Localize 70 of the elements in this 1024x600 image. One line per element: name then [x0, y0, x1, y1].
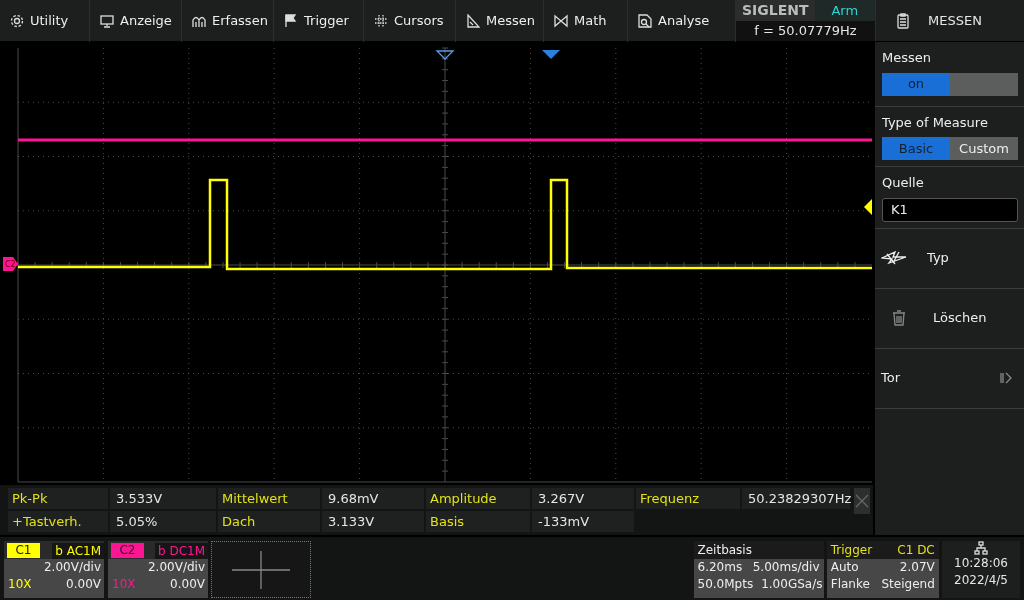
- channel-panel[interactable]: C1 b AC1M 2.00V/div 10X 0.00V: [4, 541, 104, 598]
- measurement-value: 5.05%: [110, 511, 216, 532]
- measurement-value: 9.68mV: [322, 488, 424, 509]
- setting-label: Messen: [882, 49, 932, 67]
- flag-icon: [284, 14, 298, 28]
- trigger-state: Arm: [814, 0, 875, 21]
- trash-icon: [891, 309, 907, 327]
- measurement-label: Dach: [218, 511, 320, 532]
- plus-icon: [232, 550, 291, 589]
- segment-button[interactable]: Custom: [950, 137, 1018, 160]
- measurement-value: -133mV: [532, 511, 634, 532]
- volts-per-div: 2.00V/div: [147, 559, 205, 576]
- measurement-label: Mittelwert: [218, 488, 320, 509]
- trigger-mode: Auto: [830, 559, 859, 576]
- measurement-label: +Tastverh.: [8, 511, 108, 532]
- memory-depth: 50.0Mpts: [697, 576, 754, 593]
- measurement-value: 3.533V: [110, 488, 216, 509]
- add-channel-button[interactable]: [211, 541, 312, 598]
- channel-badge: C2: [111, 543, 144, 558]
- trigger-delay-icon[interactable]: [542, 50, 560, 59]
- measurement-value: 50.23829307Hz: [742, 488, 850, 509]
- frequency-counter: f = 50.07779Hz: [736, 21, 875, 41]
- crosshair-grid-icon: [374, 14, 388, 28]
- trigger-slope: Steigend: [881, 576, 935, 593]
- trigger-position-icon[interactable]: [435, 50, 455, 60]
- measurement-label: Amplitude: [426, 488, 530, 509]
- source-field[interactable]: K1: [882, 197, 1018, 222]
- measurement-value: 3.133V: [322, 511, 424, 532]
- close-icon: [854, 493, 870, 509]
- menu-action[interactable]: Tor: [875, 348, 1024, 409]
- gear-icon: [10, 14, 24, 28]
- horizontal-delay: 6.20ms: [697, 559, 743, 576]
- network-icon: [974, 541, 988, 555]
- magnifier-document-icon: [638, 14, 652, 28]
- coupling-label: b DC1M: [154, 543, 208, 559]
- brand-logo: SIGLENT: [736, 0, 815, 21]
- channel-panel[interactable]: C2 b DC1M 2.00V/div 10X 0.00V: [108, 541, 208, 598]
- trigger-title: Trigger: [830, 542, 873, 559]
- setting-label: Type of Measure: [882, 113, 989, 132]
- trigger-type: Flanke: [830, 576, 870, 593]
- channel-offset: 0.00V: [170, 576, 205, 593]
- trigger-level: 2.07V: [899, 559, 935, 576]
- sample-rate: 1.00GSa/s: [761, 576, 823, 593]
- menu-action[interactable]: Typ: [875, 228, 1024, 289]
- coupling-label: b AC1M: [52, 543, 104, 559]
- clipboard-icon: [896, 12, 910, 29]
- channel-offset: 0.00V: [66, 576, 101, 593]
- timebase-title: Zeitbasis: [697, 542, 752, 559]
- channel-marker[interactable]: C2: [3, 257, 18, 271]
- toggle-state: on: [907, 75, 925, 94]
- clock-date: 2022/4/5: [954, 572, 1008, 589]
- ruler-triangle-icon: [466, 14, 480, 28]
- monitor-icon: [100, 14, 114, 28]
- measurement-value: 3.267V: [532, 488, 634, 509]
- measurement-label: Basis: [426, 511, 530, 532]
- clock-time: 10:28:06: [954, 555, 1008, 572]
- gate-arrow-icon: [1000, 372, 1012, 384]
- time-per-div: 5.00ms/div: [752, 559, 820, 576]
- channel-badge: C1: [7, 543, 40, 558]
- menu-action[interactable]: Löschen: [875, 288, 1024, 349]
- menu-title: MESSEN: [928, 11, 982, 30]
- probe-ratio: 10X: [112, 576, 136, 593]
- probe-ratio: 10X: [8, 576, 32, 593]
- measurement-label: Pk-Pk: [8, 488, 108, 509]
- setting-label: Quelle: [882, 174, 925, 192]
- measurement-label: Frequenz: [636, 488, 740, 509]
- trigger-source: C1 DC: [897, 542, 935, 559]
- math-icon: [554, 14, 568, 28]
- volts-per-div: 2.00V/div: [43, 559, 101, 576]
- arches-icon: [192, 14, 206, 28]
